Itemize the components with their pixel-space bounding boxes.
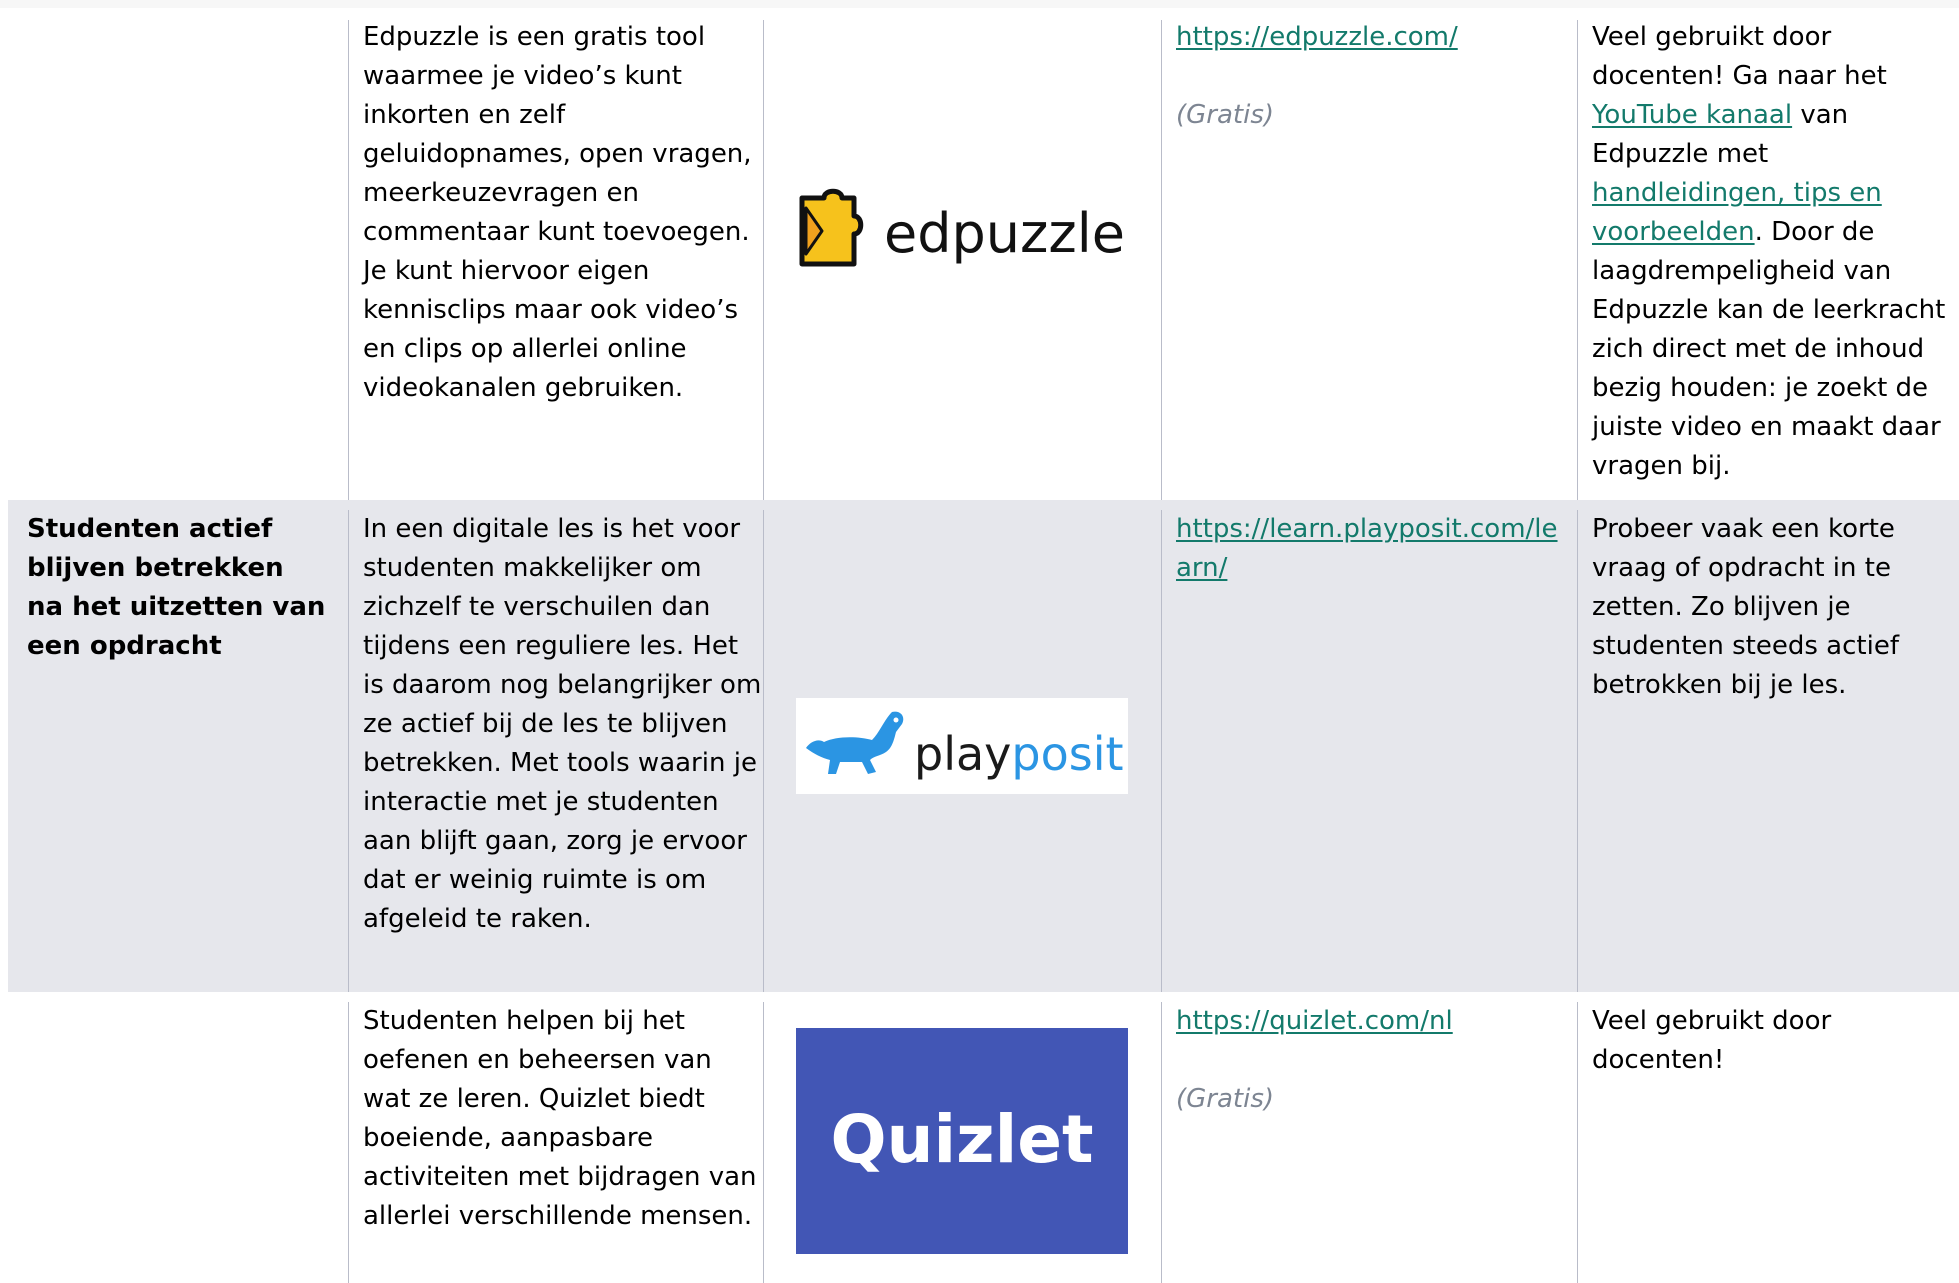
price-note: (Gratis) (1176, 100, 1275, 130)
description-cell: Studenten helpen bij het oefenen en behe… (363, 1006, 757, 1231)
tips-text: Veel gebruikt door docenten! (1592, 1006, 1832, 1075)
quizlet-wordmark: Quizlet (830, 1101, 1093, 1178)
column-divider (348, 1002, 349, 1283)
tips-cell: Veel gebruikt door docenten! (1592, 1002, 1957, 1080)
edpuzzle-logo: edpuzzle (796, 188, 1128, 282)
description-cell: In een digitale les is het voor studente… (363, 514, 762, 934)
link-cell: https://learn.playposit.com/learn/ (1176, 510, 1571, 588)
goal-cell: Studenten actief blijven betrekken na he… (27, 514, 326, 661)
edpuzzle-link[interactable]: https://edpuzzle.com/ (1176, 22, 1458, 52)
column-divider (348, 510, 349, 992)
playposit-logo-text: playposit (914, 727, 1124, 781)
column-divider (1577, 20, 1578, 500)
tips-text: Probeer vaak een korte vraag of opdracht… (1592, 514, 1899, 700)
youtube-channel-link[interactable]: YouTube kanaal (1592, 100, 1792, 130)
edpuzzle-logo-text: edpuzzle (884, 202, 1125, 265)
link-cell: https://edpuzzle.com/ (Gratis) (1176, 18, 1571, 135)
quizlet-logo-text: Quizlet (830, 1101, 1093, 1178)
column-divider (763, 20, 764, 500)
tips-text: Veel gebruikt door docenten! Ga naar het (1592, 22, 1887, 91)
column-divider (1161, 510, 1162, 992)
column-divider (1161, 20, 1162, 500)
column-divider (1161, 1002, 1162, 1283)
quizlet-logo: Quizlet (796, 1028, 1128, 1254)
column-divider (348, 20, 349, 500)
column-divider (763, 1002, 764, 1283)
tips-cell: Veel gebruikt door docenten! Ga naar het… (1592, 18, 1957, 486)
playposit-link[interactable]: https://learn.playposit.com/learn/ (1176, 514, 1558, 583)
quizlet-link[interactable]: https://quizlet.com/nl (1176, 1006, 1453, 1036)
price-note: (Gratis) (1176, 1084, 1275, 1114)
column-divider (1577, 1002, 1578, 1283)
playposit-dog-icon: playposit (806, 711, 1124, 781)
tips-cell: Probeer vaak een korte vraag of opdracht… (1592, 510, 1957, 705)
top-strip (0, 0, 1959, 8)
tips-text: . Door de laagdrempeligheid van Edpuzzle… (1592, 217, 1946, 481)
column-divider (763, 510, 764, 992)
description-cell: Edpuzzle is een gratis tool waarmee je v… (363, 22, 752, 403)
column-divider (1577, 510, 1578, 992)
link-cell: https://quizlet.com/nl (Gratis) (1176, 1002, 1571, 1119)
edpuzzle-puzzle-icon: edpuzzle (799, 188, 1125, 267)
playposit-logo: playposit (796, 698, 1128, 794)
